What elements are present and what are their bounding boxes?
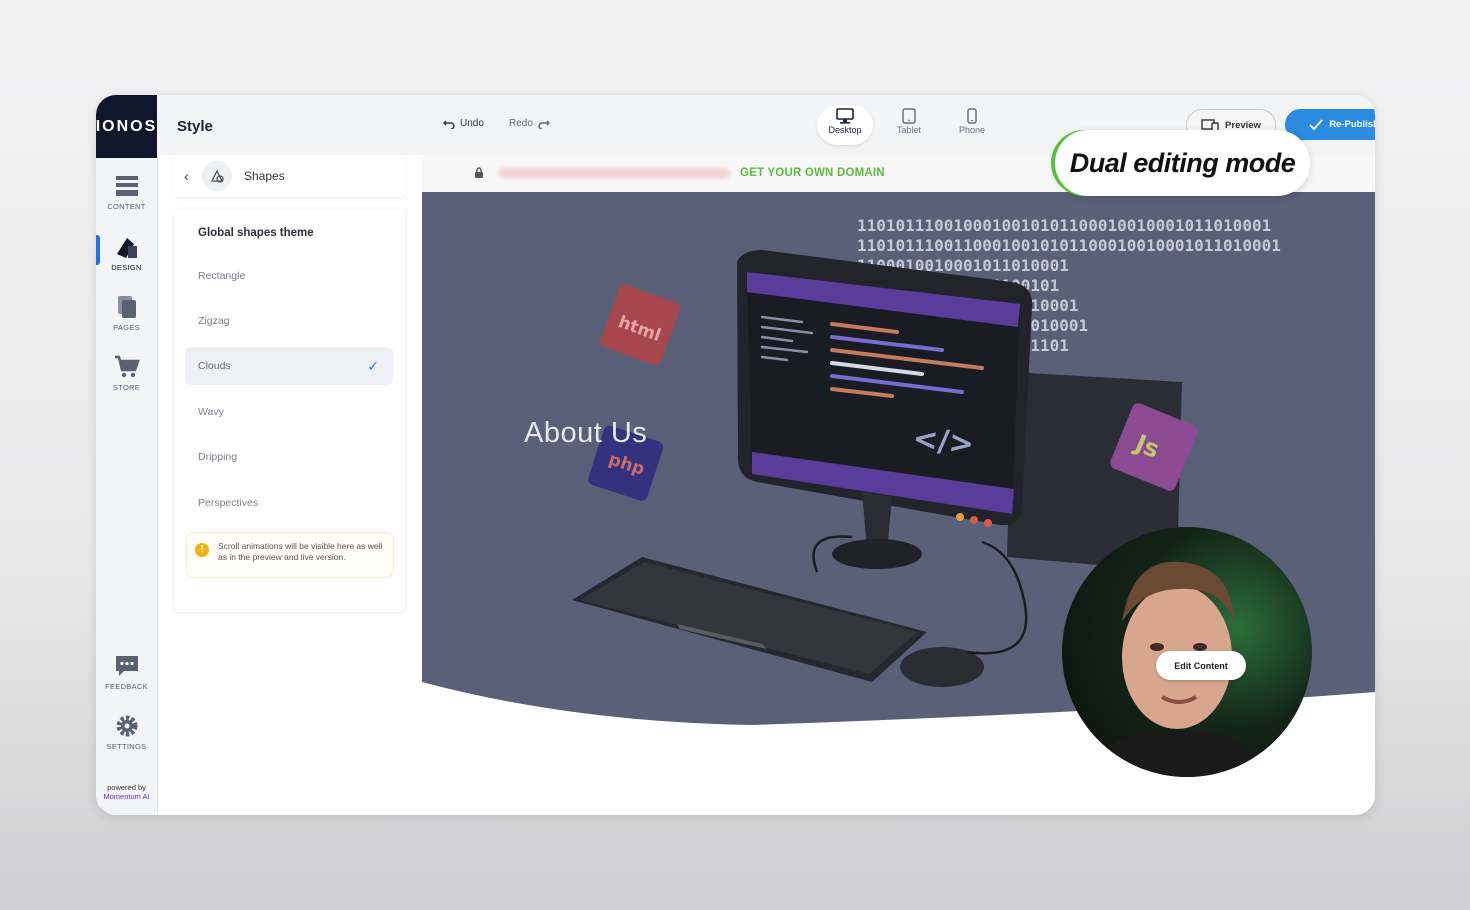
svg-text:</>: </> — [911, 421, 976, 462]
shape-option-clouds-label: Clouds — [198, 360, 231, 372]
brand-logo: IONOS — [96, 95, 157, 158]
republish-button[interactable]: Re-Publish — [1285, 109, 1375, 140]
nav-design-label: DESIGN — [111, 263, 142, 272]
left-nav-rail: IONOS CONTENT DESIGN PAGES STORE FEEDBAC… — [96, 95, 158, 815]
page-title: Style — [177, 118, 213, 135]
device-phone-label: Phone — [958, 125, 986, 135]
phone-icon — [967, 108, 977, 124]
get-domain-link[interactable]: GET YOUR OWN DOMAIN — [740, 167, 885, 179]
shape-option-clouds[interactable]: Clouds ✓ — [185, 347, 393, 385]
shape-option-perspectives[interactable]: Perspectives — [185, 484, 393, 522]
panel-header: ‹ Shapes — [174, 155, 405, 197]
redo-button[interactable]: Redo — [509, 118, 550, 129]
back-chevron-icon[interactable]: ‹ — [184, 168, 198, 184]
redo-icon — [538, 120, 550, 129]
nav-content-label: CONTENT — [107, 202, 146, 211]
hero-title[interactable]: About Us — [524, 417, 647, 450]
notice-text: Scroll animations will be visible here a… — [218, 541, 383, 562]
nav-content[interactable]: CONTENT — [96, 173, 157, 229]
device-phone[interactable]: Phone — [944, 105, 1000, 145]
html-badge: html — [600, 284, 680, 366]
content-icon — [115, 176, 138, 196]
checkmark-icon: ✓ — [367, 357, 379, 374]
shapes-panel: Global shapes theme Rectangle Zigzag Clo… — [174, 209, 405, 612]
nav-pages[interactable]: PAGES — [96, 294, 157, 350]
desktop-icon — [836, 108, 854, 124]
device-desktop[interactable]: Desktop — [817, 105, 873, 145]
republish-label: Re-Publish — [1329, 119, 1375, 130]
device-tablet-label: Tablet — [896, 125, 922, 135]
warning-icon: ! — [195, 543, 209, 557]
site-url-redacted — [498, 168, 730, 178]
check-icon — [1309, 119, 1323, 130]
global-shapes-title: Global shapes theme — [198, 227, 314, 239]
dual-editing-callout: Dual editing mode — [1055, 130, 1310, 196]
shapes-icon — [202, 161, 232, 191]
settings-icon — [116, 715, 137, 737]
nav-pages-label: PAGES — [113, 323, 140, 332]
device-desktop-label: Desktop — [828, 125, 862, 135]
scroll-animation-notice: ! Scroll animations will be visible here… — [186, 532, 394, 578]
powered-by: powered by Momentum AI — [96, 783, 157, 801]
nav-feedback-label: FEEDBACK — [105, 682, 148, 691]
edit-content-button[interactable]: Edit Content — [1156, 651, 1246, 680]
powered-by-name: Momentum AI — [103, 792, 150, 801]
redo-label: Redo — [509, 118, 533, 129]
undo-label: Undo — [460, 118, 484, 129]
nav-store[interactable]: STORE — [96, 354, 157, 410]
nav-settings-label: SETTINGS — [106, 742, 147, 751]
nav-design[interactable]: DESIGN — [96, 234, 157, 290]
nav-feedback[interactable]: FEEDBACK — [96, 653, 157, 709]
feedback-icon — [115, 656, 138, 676]
powered-by-label: powered by — [107, 783, 146, 792]
lock-icon — [475, 167, 483, 178]
pages-icon — [117, 296, 136, 318]
shape-option-dripping[interactable]: Dripping — [185, 438, 393, 476]
shape-option-wavy[interactable]: Wavy — [185, 393, 393, 431]
undo-button[interactable]: Undo — [443, 118, 484, 129]
nav-settings[interactable]: SETTINGS — [96, 713, 157, 769]
design-icon — [116, 238, 137, 258]
panel-header-title: Shapes — [244, 169, 285, 183]
nav-store-label: STORE — [112, 383, 141, 392]
tablet-icon — [902, 108, 916, 124]
undo-icon — [443, 120, 455, 129]
shape-option-zigzag[interactable]: Zigzag — [185, 302, 393, 340]
device-tablet[interactable]: Tablet — [881, 105, 937, 145]
store-icon — [114, 355, 140, 378]
shape-option-rectangle[interactable]: Rectangle — [185, 257, 393, 295]
preview-label: Preview — [1225, 119, 1261, 131]
